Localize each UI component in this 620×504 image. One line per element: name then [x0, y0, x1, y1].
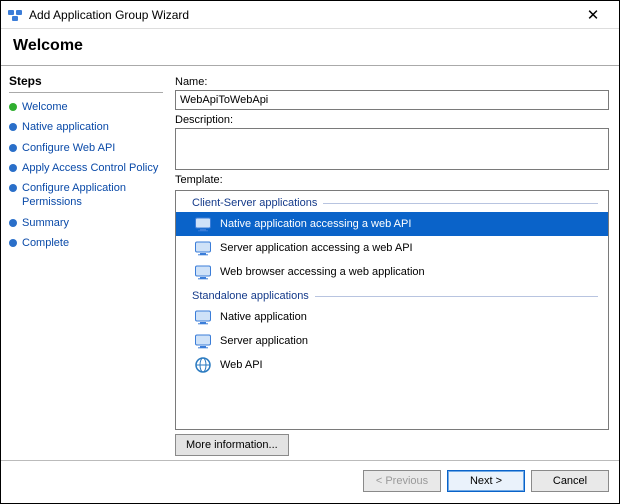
main-panel: Name: Description: Template: Client-Serv… [171, 66, 619, 460]
step-item[interactable]: Welcome [9, 97, 163, 117]
server-app-icon [194, 332, 212, 350]
browser-webapp-icon [194, 263, 212, 281]
app-icon [7, 7, 23, 23]
previous-button: < Previous [363, 470, 441, 492]
template-group-label: Client-Server applications [192, 197, 317, 209]
banner: Welcome [1, 29, 619, 66]
step-label: Welcome [22, 100, 68, 114]
template-group-header: Client-Server applications [176, 191, 608, 212]
native-webapi-icon [194, 215, 212, 233]
step-item[interactable]: Configure Web API [9, 138, 163, 158]
wizard-footer: < Previous Next > Cancel [1, 460, 619, 500]
template-list[interactable]: Client-Server applications Native applica… [175, 190, 609, 430]
webapi-icon [194, 356, 212, 374]
step-bullet-icon [9, 184, 17, 192]
template-group-header: Standalone applications [176, 284, 608, 305]
step-bullet-icon [9, 164, 17, 172]
step-item[interactable]: Complete [9, 233, 163, 253]
name-input[interactable] [175, 90, 609, 110]
template-item-label: Native application [220, 311, 307, 323]
name-label: Name: [175, 76, 609, 88]
step-bullet-icon [9, 144, 17, 152]
divider [323, 203, 598, 204]
template-item-label: Native application accessing a web API [220, 218, 411, 230]
step-item[interactable]: Native application [9, 117, 163, 137]
template-item[interactable]: Server application accessing a web API [176, 236, 608, 260]
titlebar: Add Application Group Wizard ✕ [1, 1, 619, 29]
next-button[interactable]: Next > [447, 470, 525, 492]
template-item-label: Web browser accessing a web application [220, 266, 425, 278]
description-input[interactable] [175, 128, 609, 170]
step-bullet-icon [9, 219, 17, 227]
step-bullet-icon [9, 239, 17, 247]
step-label: Configure Web API [22, 141, 115, 155]
steps-sidebar: Steps Welcome Native application Configure… [1, 66, 171, 460]
template-item[interactable]: Server application [176, 329, 608, 353]
template-item[interactable]: Native application accessing a web API [176, 212, 608, 236]
template-label: Template: [175, 174, 609, 186]
template-group-label: Standalone applications [192, 290, 309, 302]
cancel-button[interactable]: Cancel [531, 470, 609, 492]
template-item-label: Server application [220, 335, 308, 347]
step-item[interactable]: Apply Access Control Policy [9, 158, 163, 178]
step-label: Apply Access Control Policy [22, 161, 158, 175]
native-app-icon [194, 308, 212, 326]
step-label: Native application [22, 120, 109, 134]
template-item-label: Web API [220, 359, 263, 371]
template-item[interactable]: Web browser accessing a web application [176, 260, 608, 284]
window-title: Add Application Group Wizard [29, 8, 573, 22]
step-label: Configure Application Permissions [22, 181, 163, 210]
step-bullet-icon [9, 123, 17, 131]
close-button[interactable]: ✕ [573, 1, 613, 29]
steps-heading: Steps [9, 72, 163, 93]
step-bullet-icon [9, 103, 17, 111]
template-item[interactable]: Native application [176, 305, 608, 329]
step-label: Summary [22, 216, 69, 230]
template-item-label: Server application accessing a web API [220, 242, 413, 254]
step-label: Complete [22, 236, 69, 250]
divider [315, 296, 598, 297]
template-item[interactable]: Web API [176, 353, 608, 377]
step-item[interactable]: Configure Application Permissions [9, 178, 163, 213]
description-label: Description: [175, 114, 609, 126]
step-item[interactable]: Summary [9, 213, 163, 233]
page-title: Welcome [13, 37, 607, 55]
more-information-button[interactable]: More information... [175, 434, 289, 456]
server-webapi-icon [194, 239, 212, 257]
